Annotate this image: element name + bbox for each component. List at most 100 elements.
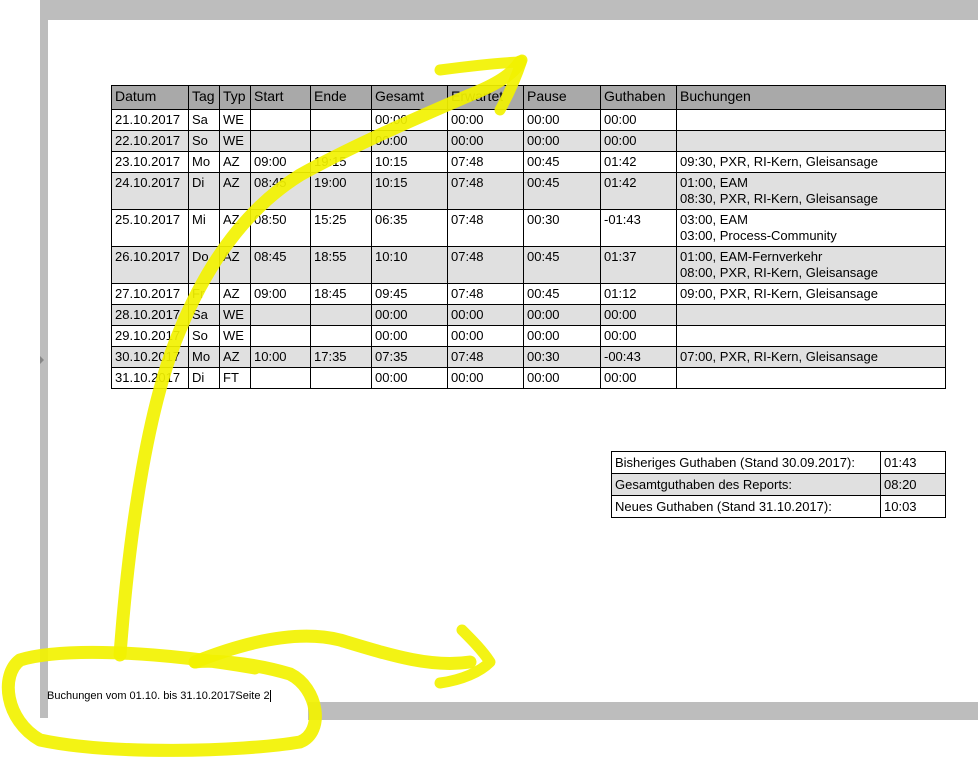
cell-datum: 28.10.2017 (111, 304, 189, 326)
cell-ende (310, 109, 372, 131)
cell-pause: 00:00 (523, 367, 601, 389)
cell-erwartet: 07:48 (447, 246, 524, 284)
cell-guthaben: -00:43 (600, 346, 677, 368)
cell-pause: 00:45 (523, 151, 601, 173)
cell-typ: AZ (219, 209, 251, 247)
table-row: 27.10.2017 Fr AZ 09:00 18:45 09:45 07:48 00:45 0… (111, 283, 946, 305)
header-erwartet: Erwartet (447, 85, 524, 110)
cell-buchungen (676, 325, 946, 347)
footer-page-number: Seite 2 (235, 690, 270, 702)
cell-erwartet: 00:00 (447, 109, 524, 131)
table-row: 23.10.2017 Mo AZ 09:00 19:15 10:15 07:48 00:45 0… (111, 151, 946, 173)
booking-line: 08:00, PXR, RI-Kern, Gleisansage (680, 265, 878, 280)
cell-pause: 00:45 (523, 172, 601, 210)
cell-guthaben: 00:00 (600, 109, 677, 131)
cell-erwartet: 00:00 (447, 367, 524, 389)
cell-erwartet: 00:00 (447, 130, 524, 152)
cell-typ: AZ (219, 151, 251, 173)
cell-gesamt: 10:15 (371, 172, 448, 210)
table-row: 24.10.2017 Di AZ 08:45 19:00 10:15 07:48 00:45 0… (111, 172, 946, 210)
cell-start: 09:00 (250, 151, 311, 173)
cell-buchungen (676, 367, 946, 389)
summary-value: 10:03 (880, 495, 946, 518)
summary-row-report-balance: Gesamtguthaben des Reports: 08:20 (611, 473, 946, 496)
page-frame-top (40, 0, 978, 20)
header-guthaben: Guthaben (600, 85, 677, 110)
cell-erwartet: 07:48 (447, 151, 524, 173)
cell-datum: 26.10.2017 (111, 246, 189, 284)
table-row: 21.10.2017 Sa WE 00:00 00:00 00:00 00:00 (111, 109, 946, 131)
booking-line: 03:00, EAM (680, 212, 748, 227)
cell-start: 09:00 (250, 283, 311, 305)
cell-start (250, 109, 311, 131)
table-row: 25.10.2017 Mi AZ 08:50 15:25 06:35 07:48 00:30-… (111, 209, 946, 247)
cell-gesamt: 00:00 (371, 130, 448, 152)
cell-gesamt: 00:00 (371, 367, 448, 389)
cell-typ: AZ (219, 283, 251, 305)
cell-gesamt: 06:35 (371, 209, 448, 247)
cell-guthaben: 00:00 (600, 130, 677, 152)
booking-line: 08:30, PXR, RI-Kern, Gleisansage (680, 191, 878, 206)
cell-start: 08:45 (250, 246, 311, 284)
table-body: 21.10.2017 Sa WE 00:00 00:00 00:00 00:00 22.10.… (111, 109, 946, 389)
booking-line: 07:00, PXR, RI-Kern, Gleisansage (680, 349, 878, 364)
cell-start: 08:45 (250, 172, 311, 210)
cell-typ: WE (219, 304, 251, 326)
cell-pause: 00:00 (523, 325, 601, 347)
table-row: 28.10.2017 Sa WE 00:00 00:00 00:00 00:00 (111, 304, 946, 326)
time-report-table: Datum Tag Typ Start Ende Gesamt Erwartet… (111, 85, 946, 389)
summary-row-previous-balance: Bisheriges Guthaben (Stand 30.09.2017): … (611, 451, 946, 474)
header-start: Start (250, 85, 311, 110)
cell-pause: 00:00 (523, 109, 601, 131)
cell-datum: 23.10.2017 (111, 151, 189, 173)
cell-tag: Mo (188, 346, 220, 368)
cell-gesamt: 10:15 (371, 151, 448, 173)
page-frame-bottom (308, 702, 978, 720)
cell-guthaben: 01:42 (600, 151, 677, 173)
cell-guthaben: -01:43 (600, 209, 677, 247)
cell-erwartet: 00:00 (447, 304, 524, 326)
cell-guthaben: 00:00 (600, 325, 677, 347)
cell-start: 08:50 (250, 209, 311, 247)
cell-gesamt: 09:45 (371, 283, 448, 305)
text-cursor (269, 690, 271, 703)
header-pause: Pause (523, 85, 601, 110)
cell-tag: Fr (188, 283, 220, 305)
cell-datum: 21.10.2017 (111, 109, 189, 131)
summary-value: 08:20 (880, 473, 946, 496)
cell-pause: 00:00 (523, 130, 601, 152)
cell-ende: 18:55 (310, 246, 372, 284)
cell-erwartet: 07:48 (447, 283, 524, 305)
cell-pause: 00:30 (523, 209, 601, 247)
cell-datum: 25.10.2017 (111, 209, 189, 247)
cell-datum: 31.10.2017 (111, 367, 189, 389)
summary-label: Bisheriges Guthaben (Stand 30.09.2017): (611, 451, 881, 474)
cell-tag: So (188, 130, 220, 152)
cell-datum: 24.10.2017 (111, 172, 189, 210)
cell-tag: So (188, 325, 220, 347)
table-row: 31.10.2017 Di FT 00:00 00:00 00:00 00:00 (111, 367, 946, 389)
cell-datum: 30.10.2017 (111, 346, 189, 368)
highlighter-swoosh (188, 629, 477, 670)
cell-datum: 29.10.2017 (111, 325, 189, 347)
balance-summary-table: Bisheriges Guthaben (Stand 30.09.2017): … (611, 451, 946, 518)
cell-gesamt: 00:00 (371, 304, 448, 326)
cell-gesamt: 00:00 (371, 325, 448, 347)
cell-pause: 00:00 (523, 304, 601, 326)
cell-start (250, 130, 311, 152)
cell-gesamt: 10:10 (371, 246, 448, 284)
cell-tag: Di (188, 367, 220, 389)
cell-start (250, 304, 311, 326)
page-footer[interactable]: Buchungen vom 01.10. bis 31.10.2017Seite… (47, 690, 271, 703)
summary-value: 01:43 (880, 451, 946, 474)
cell-guthaben: 01:42 (600, 172, 677, 210)
booking-line: 01:00, EAM (680, 175, 748, 190)
cell-ende: 15:25 (310, 209, 372, 247)
booking-line: 09:00, PXR, RI-Kern, Gleisansage (680, 286, 878, 301)
header-ende: Ende (310, 85, 372, 110)
header-datum: Datum (111, 85, 189, 110)
cell-start: 10:00 (250, 346, 311, 368)
cell-tag: Do (188, 246, 220, 284)
header-typ: Typ (219, 85, 251, 110)
booking-line: 09:30, PXR, RI-Kern, Gleisansage (680, 154, 878, 169)
